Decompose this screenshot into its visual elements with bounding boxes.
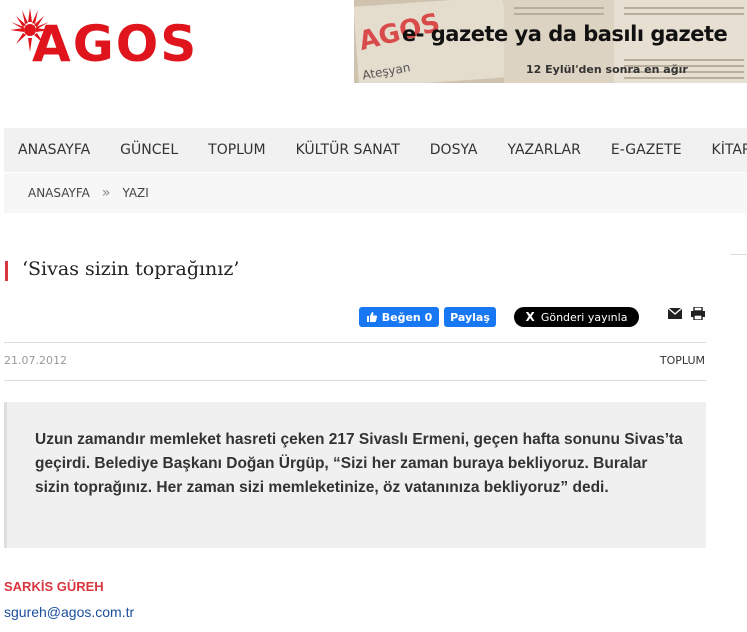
meta-divider-bottom [4, 380, 706, 381]
banner-headline: e- gazete ya da basılı gazete [402, 22, 728, 46]
breadcrumb-separator: » [101, 185, 111, 201]
facebook-thumb-icon [366, 312, 377, 322]
article-summary: Uzun zamandır memleket hasreti çeken 217… [35, 431, 683, 496]
print-icon[interactable] [691, 307, 705, 320]
breadcrumb: ANASAYFA » YAZI [4, 173, 747, 213]
breadcrumb-current: YAZI [122, 186, 149, 200]
banner-paper-snippet-1: 12 Eylül'den sonra en ağır [526, 63, 688, 76]
author-name[interactable]: SARKİS GÜREH [4, 579, 104, 594]
x-post-label: Gönderi yayınla [540, 310, 628, 324]
agos-logo[interactable]: AGOS [8, 6, 238, 76]
page-title: ‘Sivas sizin toprağınız’ [22, 258, 240, 280]
nav-item-anasayfa[interactable]: ANASAYFA [4, 142, 105, 158]
article-category[interactable]: TOPLUM [660, 354, 705, 367]
x-logo-icon: X [525, 310, 535, 324]
nav-item-yazarlar[interactable]: YAZARLAR [493, 142, 596, 158]
e-gazete-banner[interactable]: AGOS Ateşyan 12 Eylül'den sonra en ağır … [354, 0, 747, 83]
facebook-share-button[interactable]: Paylaş [444, 307, 496, 327]
nav-item-toplum[interactable]: TOPLUM [193, 142, 280, 158]
nav-item-e-gazete[interactable]: E-GAZETE [596, 142, 697, 158]
article-date: 21.07.2012 [4, 354, 67, 367]
author-email-link[interactable]: sgureh@agos.com.tr [4, 604, 134, 620]
main-nav: ANASAYFA GÜNCEL TOPLUM KÜLTÜR SANAT DOSY… [4, 128, 747, 172]
nav-item-guncel[interactable]: GÜNCEL [105, 142, 193, 158]
nav-item-kitap[interactable]: KİTAP ԳՐՐ [697, 142, 747, 158]
facebook-like-button[interactable]: Beğen 0 [359, 307, 439, 327]
x-post-button[interactable]: X Gönderi yayınla [514, 307, 639, 327]
breadcrumb-home[interactable]: ANASAYFA [4, 186, 90, 200]
nav-item-kultur-sanat[interactable]: KÜLTÜR SANAT [281, 142, 415, 158]
article-summary-box: Uzun zamandır memleket hasreti çeken 217… [4, 402, 706, 548]
facebook-share-label: Paylaş [450, 310, 490, 324]
title-accent-bar [5, 261, 8, 281]
facebook-like-label: Beğen 0 [381, 310, 433, 324]
meta-divider-top [4, 342, 706, 343]
logo-wordmark: AGOS [32, 15, 199, 73]
sidebar-divider [730, 254, 747, 255]
mail-icon[interactable] [668, 308, 682, 319]
nav-item-dosya[interactable]: DOSYA [415, 142, 493, 158]
